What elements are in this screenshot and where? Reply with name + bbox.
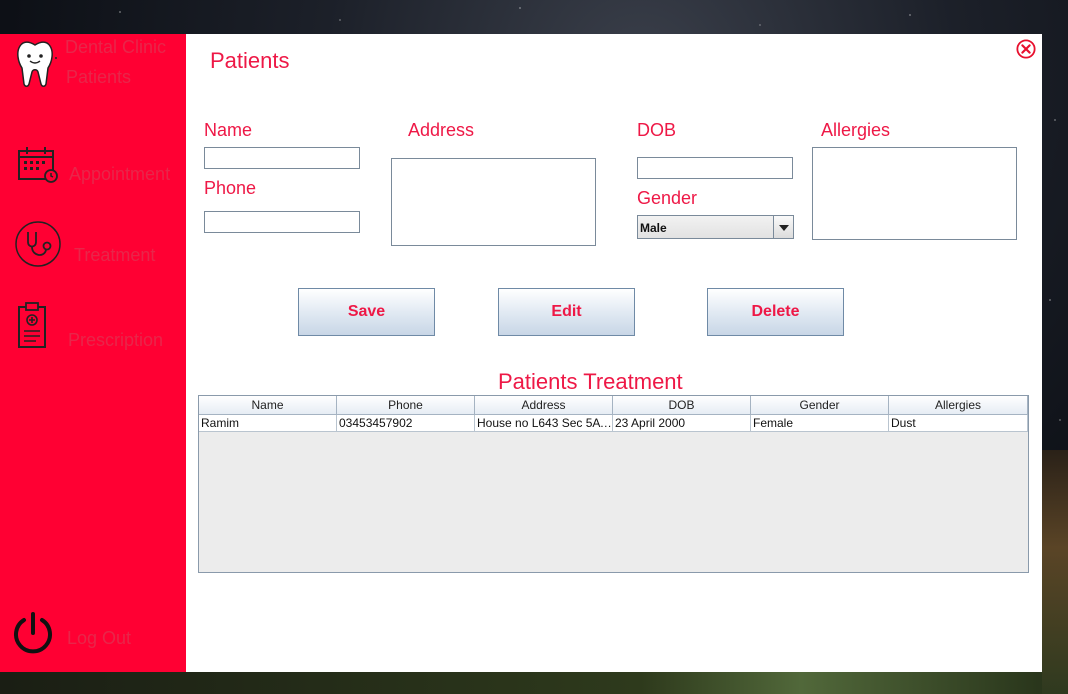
column-header-name[interactable]: Name: [199, 396, 337, 415]
phone-field[interactable]: [204, 211, 360, 233]
table-row[interactable]: Ramim 03453457902 House no L643 Sec 5A O…: [199, 415, 1028, 432]
delete-button[interactable]: Delete: [707, 288, 844, 336]
power-icon: [14, 612, 52, 654]
table-cell[interactable]: Ramim: [199, 415, 337, 432]
column-header-allergies[interactable]: Allergies: [889, 396, 1028, 415]
allergies-field[interactable]: [812, 147, 1017, 240]
logout-label: Log Out: [67, 628, 132, 648]
page-title: Patients: [210, 48, 290, 73]
stethoscope-icon: [15, 221, 61, 267]
dob-label: DOB: [637, 120, 677, 140]
app-title: Dental Clinic: [65, 37, 167, 57]
table-cell[interactable]: House no L643 Sec 5A Orangi Town: [475, 415, 613, 432]
address-field[interactable]: [391, 158, 596, 246]
gender-select[interactable]: Male: [637, 215, 794, 239]
phone-label: Phone: [204, 178, 257, 198]
table-cell[interactable]: 23 April 2000: [613, 415, 751, 432]
app-subtitle: Patients: [66, 67, 132, 87]
allergies-label: Allergies: [821, 120, 891, 140]
save-button[interactable]: Save: [298, 288, 435, 336]
edit-button[interactable]: Edit: [498, 288, 635, 336]
sidebar: Dental Clinic Patients Appointment Treat…: [0, 34, 186, 672]
main-panel: Patients Name Phone Address DOB Gender M…: [186, 34, 1042, 672]
table-header: Name Phone Address DOB Gender Allergies: [199, 396, 1028, 415]
close-icon[interactable]: [1016, 39, 1036, 59]
column-header-gender[interactable]: Gender: [751, 396, 889, 415]
dob-field[interactable]: [637, 157, 793, 179]
chevron-down-icon[interactable]: [773, 216, 793, 238]
sidebar-item-label: Prescription: [68, 330, 164, 350]
column-header-address[interactable]: Address: [475, 396, 613, 415]
name-field[interactable]: [204, 147, 360, 169]
address-label: Address: [408, 120, 475, 140]
table-cell[interactable]: Dust: [889, 415, 1028, 432]
name-label: Name: [204, 120, 253, 140]
prescription-clipboard-icon: [18, 302, 46, 348]
gender-label: Gender: [637, 188, 698, 208]
calendar-icon: [18, 147, 58, 183]
tooth-icon: [17, 41, 57, 87]
patients-table[interactable]: Name Phone Address DOB Gender Allergies …: [198, 395, 1029, 573]
gender-value: Male: [640, 221, 667, 235]
table-cell[interactable]: Female: [751, 415, 889, 432]
column-header-dob[interactable]: DOB: [613, 396, 751, 415]
table-cell[interactable]: 03453457902: [337, 415, 475, 432]
table-title: Patients Treatment: [498, 369, 683, 394]
desktop-background-edge: [1042, 450, 1068, 694]
sidebar-item-label: Treatment: [74, 245, 156, 265]
sidebar-item-label: Appointment: [69, 164, 171, 184]
column-header-phone[interactable]: Phone: [337, 396, 475, 415]
